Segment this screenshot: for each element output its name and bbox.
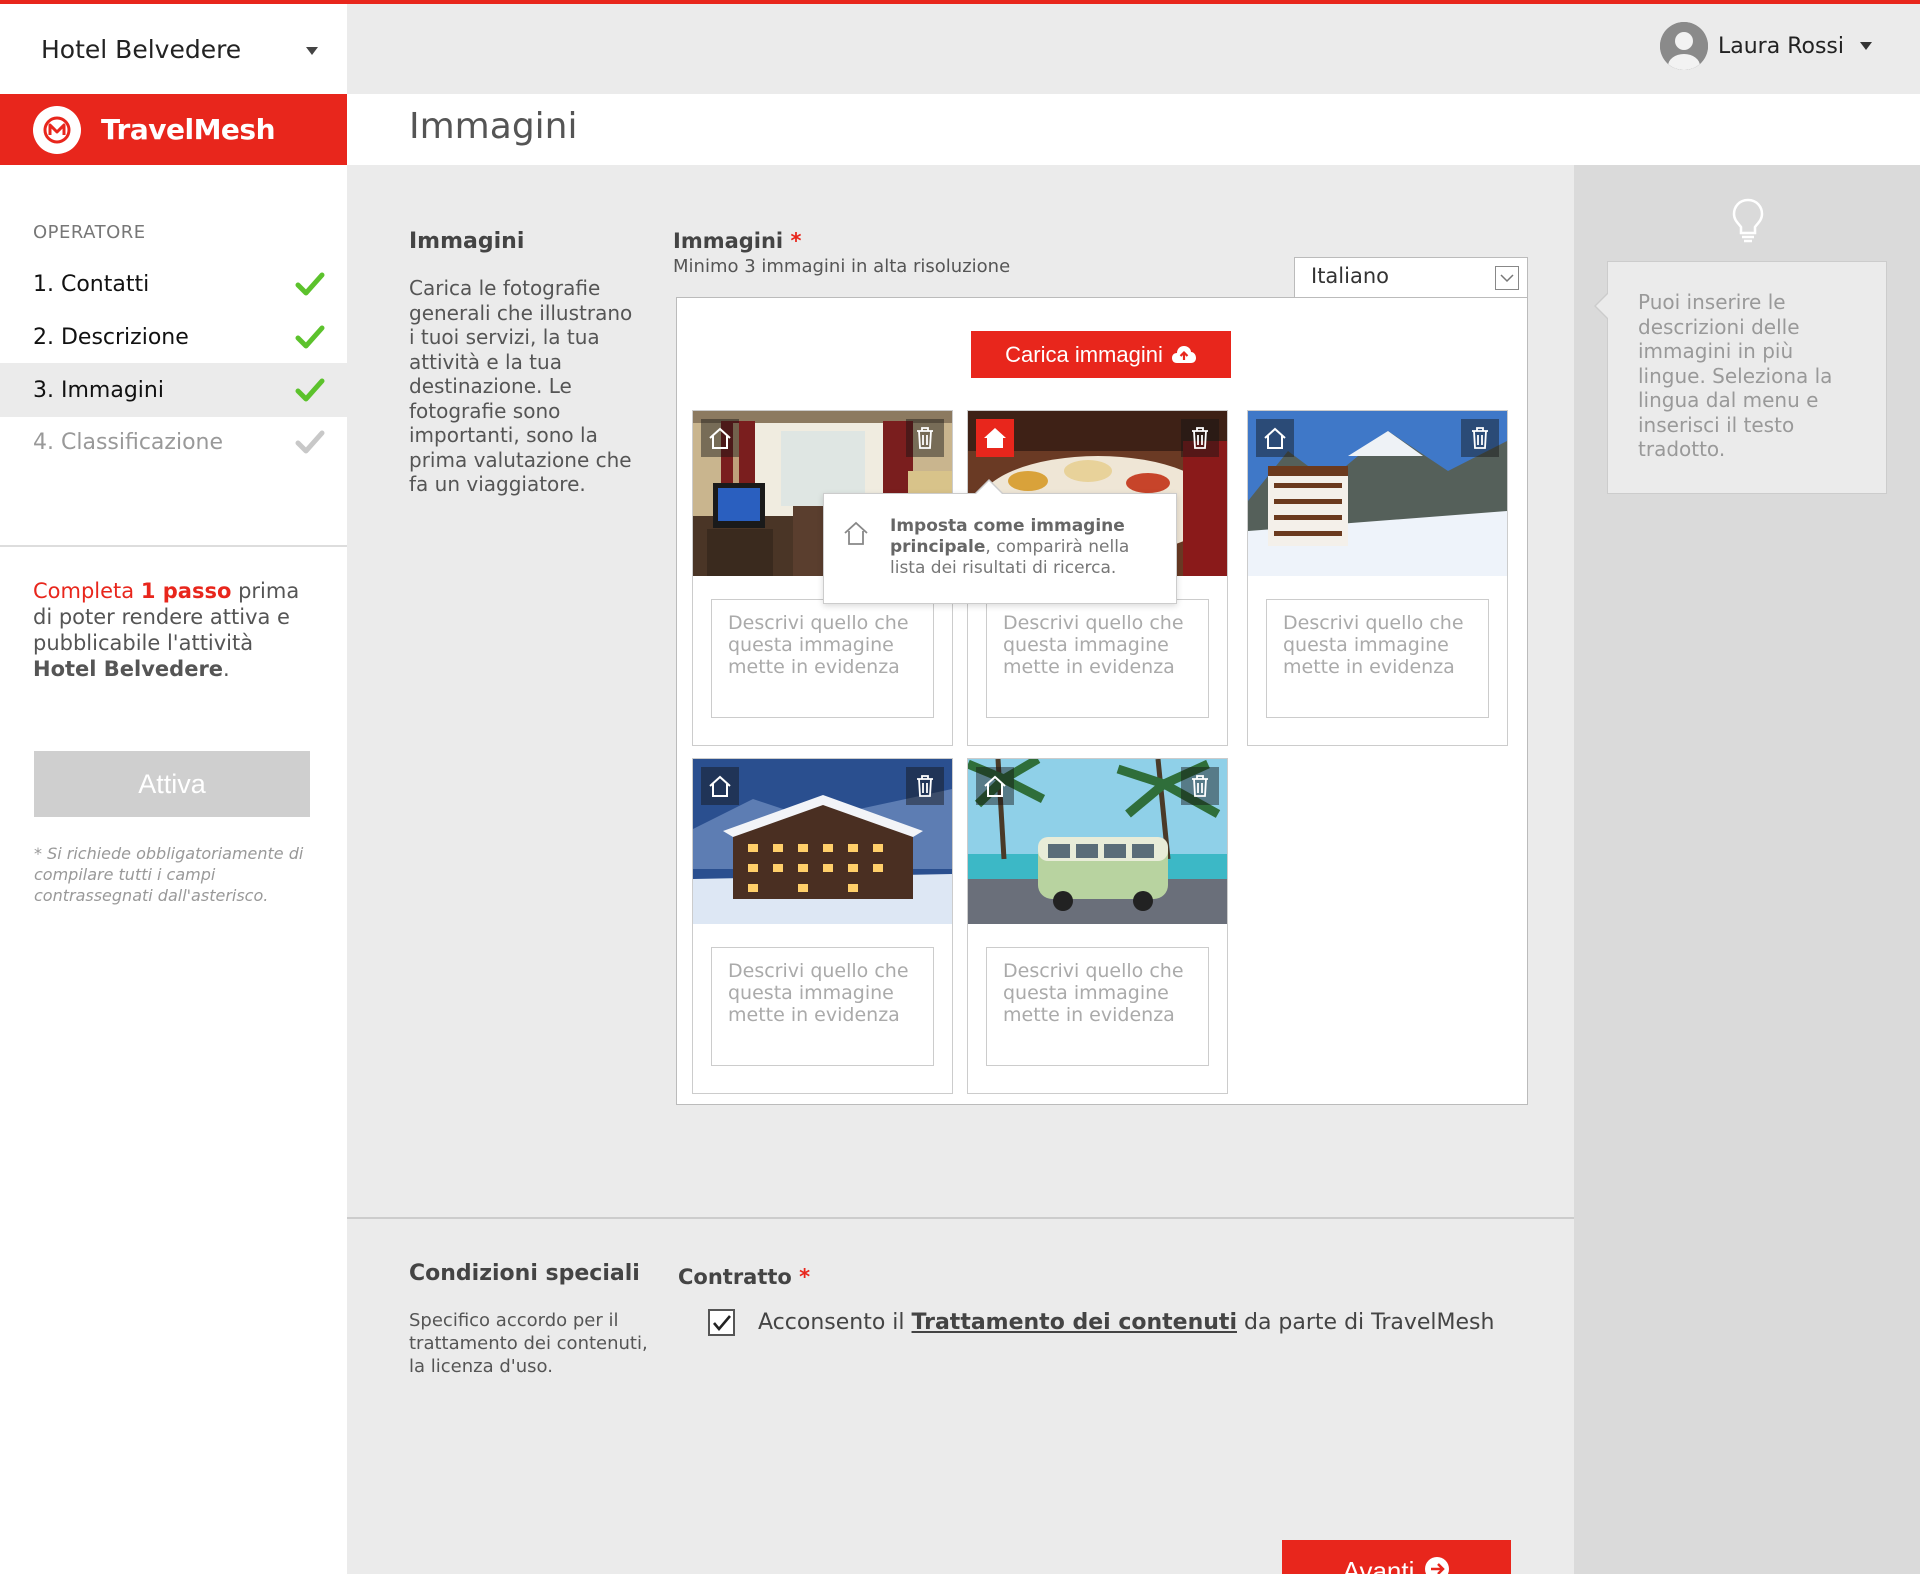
- notice-suffix: .: [223, 657, 230, 681]
- contract-field-label: Contratto *: [678, 1265, 810, 1289]
- image-description-input[interactable]: [1266, 599, 1489, 718]
- image-description-input[interactable]: [711, 947, 934, 1066]
- hotel-selector[interactable]: Hotel Belvedere: [0, 4, 347, 94]
- sidebar-step-label: 4. Classificazione: [33, 429, 224, 455]
- set-main-image-button[interactable]: [1256, 419, 1294, 457]
- consent-text: Acconsento il Trattamento dei contenuti …: [758, 1310, 1494, 1335]
- avatar-icon: [1660, 22, 1708, 70]
- set-main-image-tooltip: Imposta come immagine principale, compar…: [823, 479, 1177, 604]
- completion-notice: Completa 1 passo prima di poter rendere …: [33, 578, 323, 682]
- hotel-selector-label: Hotel Belvedere: [41, 34, 242, 64]
- delete-image-button[interactable]: [1181, 419, 1219, 457]
- consent-checkbox[interactable]: [708, 1309, 735, 1336]
- home-icon: [1264, 427, 1286, 449]
- brand-bar[interactable]: TravelMesh: [0, 94, 347, 165]
- set-main-image-button[interactable]: [701, 419, 739, 457]
- notice-step-count: 1 passo: [140, 579, 232, 603]
- delete-image-button[interactable]: [1181, 767, 1219, 805]
- contract-label-text: Contratto: [678, 1265, 792, 1289]
- upload-cloud-icon: [1171, 345, 1196, 363]
- sidebar-step-descrizione[interactable]: 2. Descrizione: [0, 310, 347, 364]
- activate-button[interactable]: Attiva: [34, 751, 310, 817]
- images-section-title: Immagini: [409, 229, 525, 254]
- page-title: Immagini: [409, 106, 578, 147]
- set-main-image-button[interactable]: [976, 767, 1014, 805]
- trash-icon: [917, 775, 933, 797]
- sidebar-step-contatti[interactable]: 1. Contatti: [0, 257, 347, 311]
- sidebar-step-immagini[interactable]: 3. Immagini: [0, 363, 347, 417]
- special-conditions-title: Condizioni speciali: [409, 1261, 640, 1286]
- trash-icon: [1472, 427, 1488, 449]
- images-field-hint: Minimo 3 immagini in alta risoluzione: [673, 256, 1011, 277]
- image-description-input[interactable]: [986, 947, 1209, 1066]
- special-conditions-description: Specifico accordo per il trattamento dei…: [409, 1310, 648, 1377]
- trash-icon: [1192, 775, 1208, 797]
- lightbulb-icon: [1732, 198, 1764, 243]
- next-button[interactable]: Avanti: [1282, 1540, 1511, 1574]
- check-icon: [295, 430, 325, 454]
- check-icon: [295, 272, 325, 296]
- delete-image-button[interactable]: [1461, 419, 1499, 457]
- sidebar: Hotel Belvedere TravelMesh OPERATORE 1. …: [0, 4, 347, 1574]
- trash-icon: [1192, 427, 1208, 449]
- sidebar-step-label: 2. Descrizione: [33, 324, 189, 350]
- set-main-image-button[interactable]: [701, 767, 739, 805]
- home-icon: [709, 427, 731, 449]
- notice-hotel: Hotel Belvedere: [33, 657, 224, 681]
- chevron-down-icon: [1860, 42, 1872, 50]
- home-icon: [709, 775, 731, 797]
- consent-prefix: Acconsento il: [758, 1310, 905, 1335]
- image-card: [967, 758, 1228, 1094]
- check-icon: [295, 325, 325, 349]
- delete-image-button[interactable]: [906, 419, 944, 457]
- notice-prefix: Completa: [33, 579, 135, 603]
- brand-name: TravelMesh: [101, 113, 276, 146]
- images-section-description: Carica le fotografie generali che illust…: [409, 276, 633, 496]
- sidebar-step-label: 1. Contatti: [33, 271, 150, 297]
- consent-suffix: da parte di TravelMesh: [1243, 1310, 1495, 1335]
- trash-icon: [917, 427, 933, 449]
- sidebar-divider: [0, 545, 347, 547]
- sidebar-step-classificazione[interactable]: 4. Classificazione: [0, 415, 347, 469]
- sidebar-step-label: 3. Immagini: [33, 377, 164, 403]
- required-footnote: * Si richiede obbligatoriamente di compi…: [34, 844, 304, 905]
- language-select[interactable]: Italiano: [1294, 257, 1528, 298]
- check-icon: [295, 378, 325, 402]
- content-processing-link[interactable]: Trattamento dei contenuti: [912, 1310, 1237, 1335]
- arrow-right-circle-icon: [1425, 1557, 1450, 1574]
- image-card: [692, 758, 953, 1094]
- required-mark: *: [799, 1265, 811, 1289]
- check-icon: [712, 1314, 731, 1331]
- image-description-input[interactable]: [711, 599, 934, 718]
- upload-images-button[interactable]: Carica immagini: [971, 331, 1231, 378]
- title-bar: Immagini: [347, 94, 1920, 165]
- chevron-down-icon: [1495, 266, 1519, 290]
- required-mark: *: [790, 229, 802, 253]
- user-menu[interactable]: Laura Rossi: [1660, 22, 1872, 70]
- next-button-label: Avanti: [1342, 1556, 1415, 1574]
- language-select-value: Italiano: [1311, 264, 1389, 288]
- chevron-down-icon: [306, 47, 318, 55]
- travelmesh-logo-icon: [33, 105, 81, 154]
- delete-image-button[interactable]: [906, 767, 944, 805]
- upload-images-label: Carica immagini: [1005, 341, 1163, 367]
- set-main-image-button[interactable]: [976, 419, 1014, 457]
- help-tip: Puoi inserire le descrizioni delle immag…: [1594, 261, 1887, 494]
- section-divider: [347, 1217, 1574, 1219]
- images-field-label-text: Immagini: [673, 229, 784, 253]
- images-field-label: Immagini *: [673, 229, 801, 253]
- home-icon: [984, 428, 1006, 448]
- user-name: Laura Rossi: [1718, 33, 1844, 59]
- image-description-input[interactable]: [986, 599, 1209, 718]
- sidebar-section-label: OPERATORE: [33, 222, 146, 243]
- home-icon: [984, 775, 1006, 797]
- image-card: [1247, 410, 1508, 746]
- home-icon: [844, 521, 868, 545]
